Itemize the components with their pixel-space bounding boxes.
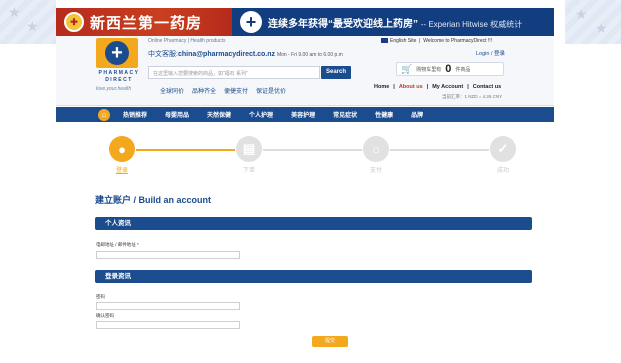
flag-icon xyxy=(381,38,388,44)
nav-about-us[interactable]: About us xyxy=(399,84,423,90)
plus-icon: + xyxy=(240,11,262,33)
nav-item-baby[interactable]: 母婴用品 xyxy=(156,110,198,119)
quick-links: 全球同价 品种齐全 便捷支付 保证是优价 xyxy=(160,86,286,95)
quick-link[interactable]: 品种齐全 xyxy=(192,86,216,95)
nav-item-hot[interactable]: 热销推荐 xyxy=(114,110,156,119)
welcome-text: Welcome to PharmacyDirect !!! xyxy=(423,38,493,44)
password-label: 密码 xyxy=(96,294,105,299)
nav-item-beauty[interactable]: 美容护理 xyxy=(282,110,324,119)
quick-link[interactable]: 保证是优价 xyxy=(256,86,286,95)
user-icon: ● xyxy=(109,136,135,162)
nav-item-personal-care[interactable]: 个人护理 xyxy=(240,110,282,119)
nav-my-account[interactable]: My Account xyxy=(432,84,463,90)
confirm-password-field[interactable] xyxy=(96,321,240,329)
nav-home[interactable]: Home xyxy=(374,84,389,90)
banner-headline-text: 连续多年获得“最受欢迎线上药房” xyxy=(268,18,418,30)
cart-widget[interactable]: 🛒 购物车里有 0 件商品 xyxy=(396,62,504,76)
nav-contact-us[interactable]: Contact us xyxy=(473,84,501,90)
step-connector xyxy=(263,149,362,151)
pharmacy-direct-logo[interactable]: + xyxy=(96,38,138,68)
page-title: 建立账户 / Build an account xyxy=(95,195,212,205)
decorative-pattern-left: ★ ★ xyxy=(0,0,56,44)
cart-unit: 件商品 xyxy=(455,66,471,73)
login-link[interactable]: Login / 登录 xyxy=(476,49,505,57)
step-connector xyxy=(136,149,235,151)
confirm-password-label: 确认密码 xyxy=(96,313,114,318)
home-icon[interactable]: ⌂ xyxy=(98,108,110,121)
section-login-info: 登录资讯 xyxy=(95,270,532,283)
pharmacy-badge-icon: ✚ xyxy=(64,12,84,32)
step-order: ▤ 下单 xyxy=(235,136,263,174)
email-label: 电邮地址 / 邮件地址 * xyxy=(96,242,139,247)
step-login: ● 登录 xyxy=(108,136,136,174)
contact-hours: Mon - Fri 9.00 am to 6.00 p.m xyxy=(276,52,343,58)
site-header: + PHARMACY DIRECT love.your.health Onlin… xyxy=(56,36,554,106)
cross-icon: + xyxy=(105,41,129,65)
nav-item-sexual-health[interactable]: 性健康 xyxy=(366,110,402,119)
category-navbar: ⌂ 热销推荐 母婴用品 天然保健 个人护理 美容护理 常见症状 性健康 品牌 xyxy=(56,107,554,122)
english-site-link[interactable]: English Site xyxy=(390,38,416,44)
step-payment: ○ 支付 xyxy=(362,136,390,174)
cart-count: 0 xyxy=(445,63,452,75)
banner-headline: 连续多年获得“最受欢迎线上药房” -- Experian Hitwise 权威统… xyxy=(268,15,522,30)
quick-link[interactable]: 全球同价 xyxy=(160,86,184,95)
quick-link[interactable]: 便捷支付 xyxy=(224,86,248,95)
step-success: ✓ 成功 xyxy=(489,136,517,174)
header-top-right: English Site | Welcome to PharmacyDirect… xyxy=(381,38,492,44)
step-label: 登录 xyxy=(115,168,128,174)
cart-label: 购物车里有 xyxy=(416,66,442,73)
top-nav: Home | About us | My Account | Contact us xyxy=(374,84,502,90)
check-icon: ✓ xyxy=(490,136,516,162)
step-label: 下单 xyxy=(242,168,255,174)
document-icon: ▤ xyxy=(236,136,262,162)
cart-icon: 🛒 xyxy=(401,63,413,74)
contact-email[interactable]: china@pharmacydirect.co.nz xyxy=(178,51,275,58)
search-icon: ○ xyxy=(363,136,389,162)
logo-text: PHARMACY DIRECT xyxy=(98,70,140,83)
banner-brand: ✚ 新西兰第一药房 xyxy=(56,8,232,36)
step-connector xyxy=(390,149,489,151)
page: ★ ★ ★ ★ ✚ 新西兰第一药房 + 连续多年获得“最受欢迎线上药房” -- Ex… xyxy=(0,0,621,363)
exchange-rate: 当前汇率：1 NZD = 4.26 CNY xyxy=(442,94,503,99)
password-field[interactable] xyxy=(96,302,240,310)
search-input[interactable]: 在这里输入您要搜索的商品，如“福石 系列” xyxy=(148,66,320,79)
contact-info: 中文客服:china@pharmacydirect.co.nz Mon - Fr… xyxy=(148,49,343,59)
nav-item-brands[interactable]: 品牌 xyxy=(402,110,432,119)
search-button[interactable]: Search xyxy=(321,66,351,79)
banner-cn-title: 新西兰第一药房 xyxy=(90,14,203,32)
decorative-pattern-right: ★ ★ xyxy=(565,0,621,44)
contact-prefix: 中文客服: xyxy=(148,51,178,58)
checkout-steps: ● 登录 ▤ 下单 ○ 支付 ✓ 成功 xyxy=(108,136,517,176)
section-personal-info: 个人资讯 xyxy=(95,217,532,230)
banner-source: -- Experian Hitwise 权威统计 xyxy=(420,19,523,29)
promo-banner[interactable]: ✚ 新西兰第一药房 + 连续多年获得“最受欢迎线上药房” -- Experian… xyxy=(56,8,554,36)
email-field[interactable] xyxy=(96,251,240,259)
header-subtitle: Online Pharmacy | Health products xyxy=(148,38,226,44)
step-label: 支付 xyxy=(369,168,382,174)
nav-item-symptoms[interactable]: 常见症状 xyxy=(324,110,366,119)
step-label: 成功 xyxy=(496,168,509,174)
nav-item-natural-health[interactable]: 天然保健 xyxy=(198,110,240,119)
logo-tagline: love.your.health xyxy=(96,86,132,92)
submit-button[interactable]: 提交 xyxy=(312,336,348,347)
